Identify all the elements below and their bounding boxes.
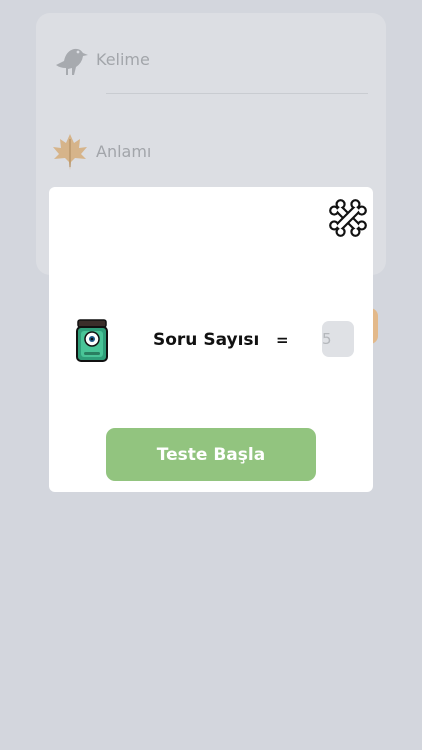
quiz-settings-modal: Soru Sayısı = Teste Başla <box>49 187 373 492</box>
question-count-row: Soru Sayısı = <box>49 317 373 365</box>
start-test-button[interactable]: Teste Başla <box>106 428 316 481</box>
meaning-row: Anlamı <box>50 131 151 171</box>
crossed-bones-icon <box>329 199 367 237</box>
meaning-label: Anlamı <box>96 141 152 161</box>
word-row: Kelime <box>50 39 150 79</box>
equals-sign: = <box>276 331 289 349</box>
leaf-icon <box>50 131 90 171</box>
word-label: Kelime <box>96 49 150 69</box>
crow-icon <box>50 39 90 79</box>
word-underline <box>106 93 368 94</box>
question-count-input[interactable] <box>322 321 354 357</box>
question-count-label: Soru Sayısı <box>153 330 260 350</box>
close-button[interactable] <box>327 197 369 239</box>
jar-icon <box>75 319 109 363</box>
